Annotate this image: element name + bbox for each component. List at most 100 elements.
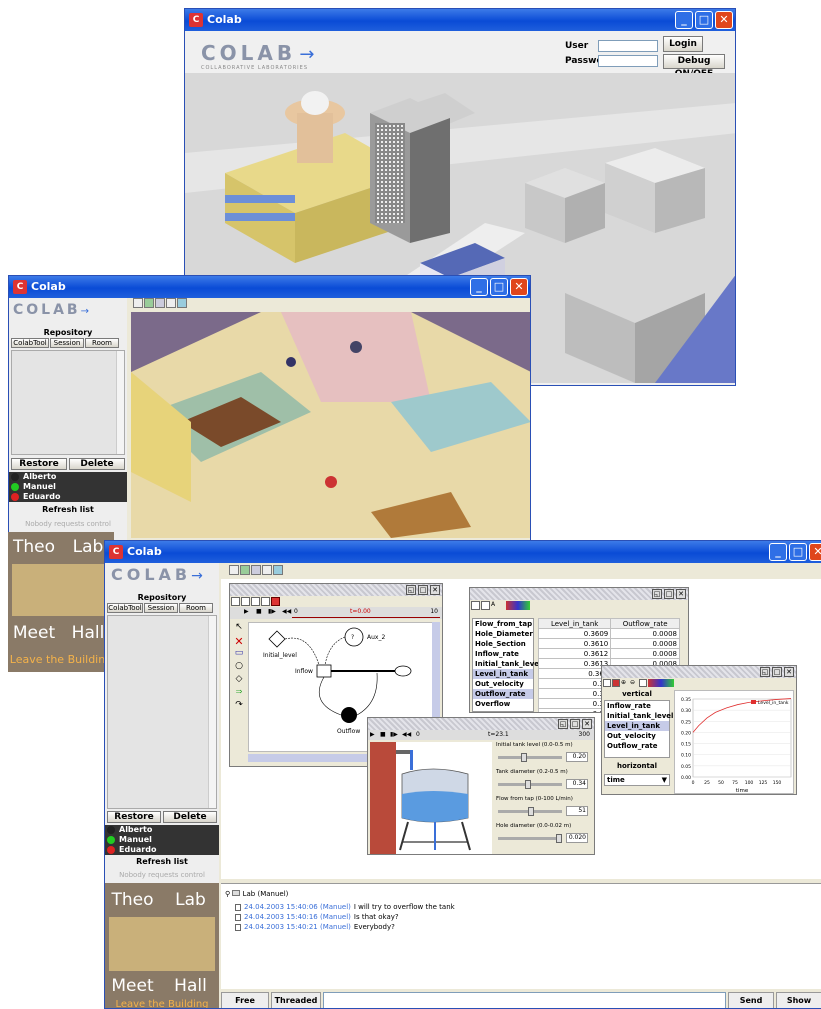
pause-icon[interactable]: ■ [256,608,262,615]
graph-tool-icon[interactable] [603,679,611,687]
slider-thumb[interactable] [521,753,528,762]
close-icon[interactable]: ✕ [582,719,592,729]
user-item[interactable]: Manuel [105,835,219,845]
new-icon[interactable] [231,597,240,606]
restore-icon[interactable]: ◱ [406,585,416,595]
nav-meet[interactable]: Meet [8,618,60,648]
send-button[interactable]: Send [728,992,774,1008]
color-icon[interactable] [648,679,674,687]
camera-icon[interactable] [155,298,165,308]
parameter-slider[interactable] [498,807,562,816]
close-icon[interactable]: ✕ [676,589,686,599]
variable-item[interactable]: Level_in_tank [473,669,533,679]
vertical-variable-list[interactable]: Inflow_rate Initial_tank_level Level_in_ta… [604,700,673,758]
slider-thumb[interactable] [527,807,534,816]
parameter-slider[interactable] [498,834,562,843]
clipboard-icon[interactable] [166,298,176,308]
table-tool-icon[interactable] [471,601,480,610]
variable-item[interactable]: Hole_Section [473,639,533,649]
variable-item[interactable]: Out_velocity [473,679,533,689]
scrollbar[interactable] [116,351,124,454]
variable-item[interactable]: Inflow_rate [605,701,669,711]
nav-theo[interactable]: Theo [8,532,60,562]
tab-colabtool[interactable]: ColabTool [107,603,143,613]
user-item[interactable]: Eduardo [9,492,127,502]
step-icon[interactable]: ▮▶ [268,608,276,615]
save-icon[interactable] [251,597,260,606]
image-icon[interactable] [144,298,154,308]
user-item[interactable]: Manuel [9,482,127,492]
play-icon[interactable]: ▶ [370,731,375,738]
table-cell[interactable]: 0.3613 [537,658,612,669]
rewind-icon[interactable]: ◀◀ [282,608,291,615]
play-icon[interactable]: ▶ [244,608,249,615]
restore-icon[interactable]: ◱ [558,719,568,729]
close-icon[interactable]: ✕ [784,667,794,677]
message-input[interactable] [323,992,726,1008]
variable-list[interactable]: Flow_from_tap Hole_Diameter Hole_Section In… [472,618,541,712]
tab-session[interactable]: Session [50,338,84,348]
table-cell[interactable]: 0.0008 [610,648,680,659]
table-cell[interactable]: 0.0008 [610,638,680,649]
threaded-button[interactable]: Threaded [271,992,321,1008]
clipboard-icon[interactable] [262,565,272,575]
variable-item[interactable]: Overflow [473,699,533,709]
maximize-button[interactable]: □ [789,543,807,561]
table-cell[interactable]: 0.0008 [610,628,680,639]
copy-icon[interactable] [481,601,490,610]
restore-button[interactable]: Restore [11,458,67,470]
password-input[interactable] [598,55,658,67]
diamond-icon[interactable] [177,298,187,308]
table-row[interactable]: 0.3612 0.0008 [537,648,680,659]
repository-list[interactable] [107,615,217,809]
delete-button[interactable]: Delete [69,458,125,470]
variable-item[interactable]: Initial_tank_level [605,711,673,721]
subwindow-title-bar[interactable]: ◱ □ ✕ [602,666,796,678]
parameter-slider[interactable] [498,780,562,789]
parameter-value[interactable]: 0.020 [566,833,588,843]
lab-thumbnail[interactable] [12,564,110,616]
parameter-value[interactable]: 51 [566,806,588,816]
tab-session[interactable]: Session [144,603,178,613]
parameter-value[interactable]: 0.20 [566,752,588,762]
level-chart[interactable]: 0.00 0.05 0.10 0.15 0.20 0.25 0.30 0.35 0 25 50 75 1… [674,690,794,794]
maximize-icon[interactable]: □ [664,589,674,599]
step-icon[interactable]: ▮▶ [390,731,398,738]
free-button[interactable]: Free [221,992,269,1008]
export-icon[interactable] [261,597,270,606]
print-icon[interactable] [229,565,239,575]
restore-icon[interactable]: ◱ [760,667,770,677]
variable-item[interactable]: Out_velocity [605,731,669,741]
parameter-tool-icon[interactable]: ◇ [232,674,246,687]
maximize-icon[interactable]: □ [772,667,782,677]
nav-theo[interactable]: Theo [105,885,160,915]
chat-message[interactable]: 24.04.2003 15:40:21 (Manuel) Everybody? [235,922,455,932]
maximize-icon[interactable]: □ [418,585,428,595]
title-bar[interactable]: C Colab _ □ ✕ [185,9,735,31]
connector-tool-icon[interactable]: ↷ [232,700,246,713]
chat-message[interactable]: 24.04.2003 15:40:16 (Manuel) Is that okay… [235,912,455,922]
title-bar[interactable]: C Colab _ □ ✕ [105,541,821,563]
flow-tool-icon[interactable]: ⇒ [232,687,246,700]
diamond-icon[interactable] [273,565,283,575]
table-row[interactable]: 0.3610 0.0008 [537,638,680,649]
lab-thumbnail[interactable] [109,917,215,971]
variable-item[interactable]: Initial_tank_level [473,659,541,669]
login-button[interactable]: Login [663,36,703,52]
repository-list[interactable] [11,350,125,455]
user-input[interactable] [598,40,658,52]
tab-colabtool[interactable]: ColabTool [11,338,49,348]
refresh-list-button[interactable]: Refresh list [9,505,127,514]
stock-tool-icon[interactable]: ▭ [232,648,246,661]
chat-message[interactable]: 24.04.2003 15:40:06 (Manuel) I will try t… [235,902,455,912]
leave-building-button[interactable]: Leave the Building [105,999,219,1008]
variable-item[interactable]: Outflow_rate [473,689,533,699]
user-item[interactable]: Alberto [9,472,127,482]
restore-icon[interactable]: ◱ [652,589,662,599]
zoom-in-icon[interactable]: ⊕ [621,679,629,687]
color-icon[interactable] [506,601,530,610]
scale-icon[interactable] [639,679,647,687]
delete-tool-icon[interactable]: ✕ [232,635,246,648]
stop-icon[interactable] [271,597,280,606]
nav-meet[interactable]: Meet [105,973,160,999]
